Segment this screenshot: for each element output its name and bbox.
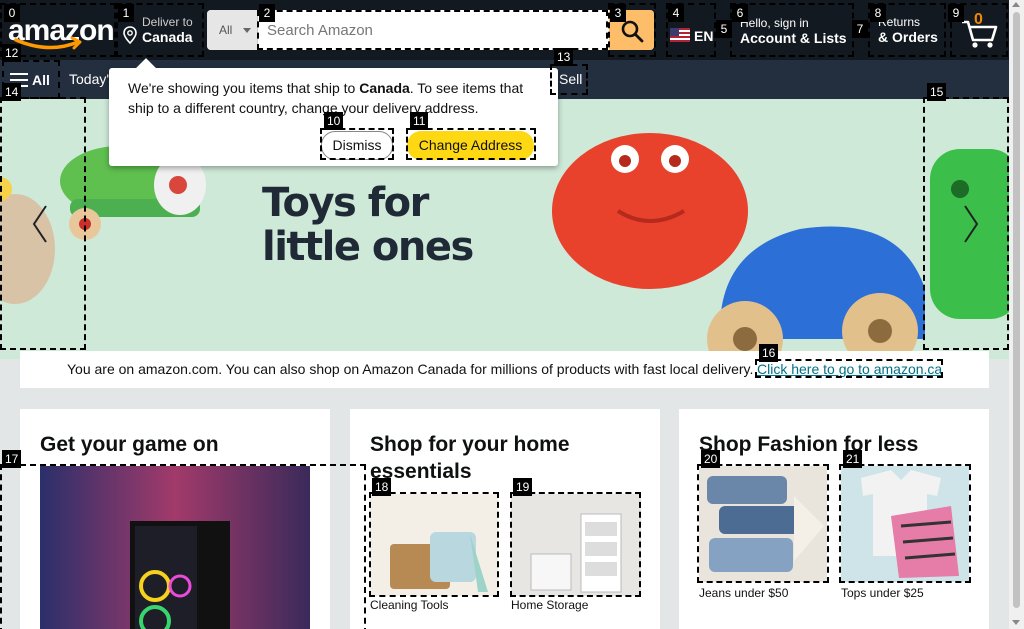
annotation-tag: 3 [610, 4, 626, 22]
hero-title-line-1: Toys for [262, 180, 429, 226]
fashion-card-title: Shop Fashion for less [699, 433, 919, 456]
hero-title: Toys for little ones [262, 180, 474, 270]
scrollbar-thumb[interactable] [1013, 12, 1020, 608]
hero-title-line-2: little ones [262, 224, 474, 270]
annotation-tag: 9 [948, 4, 964, 22]
tops-image [841, 466, 969, 582]
dismiss-button[interactable]: Dismiss [321, 131, 393, 160]
annotation-tag: 6 [732, 4, 748, 22]
amazon-ca-banner-text: You are on amazon.com. You can also shop… [67, 361, 754, 377]
cleaning-tools-tile[interactable]: Cleaning Tools [370, 494, 498, 614]
annotation-tag: 7 [852, 20, 868, 38]
home-storage-tile[interactable]: Home Storage [511, 494, 641, 614]
home-card-title: Shop for your home essentials [370, 433, 570, 483]
annotation-tag: 16 [759, 344, 779, 362]
fashion-card: Shop Fashion for less Jeans under $50 To… [679, 409, 989, 629]
jeans-tile[interactable]: Jeans under $50 [699, 466, 827, 606]
cleaning-tools-label: Cleaning Tools [370, 598, 449, 612]
annotation-tag: 0 [4, 4, 20, 22]
game-card: Get your game on [20, 409, 330, 629]
annotation-tag: 17 [2, 450, 22, 468]
sell-label: Sell [559, 71, 583, 87]
cart-icon [962, 20, 998, 48]
chevron-right-icon [964, 205, 979, 243]
carousel-prev-button[interactable] [0, 99, 86, 350]
annotation-tag: 20 [701, 450, 721, 468]
deliver-to-label: Deliver to [142, 15, 193, 29]
search-input[interactable] [259, 10, 608, 50]
chevron-left-icon [32, 205, 47, 243]
popover-message-pre: We're showing you items that ship to [128, 80, 360, 96]
game-card-title: Get your game on [40, 433, 219, 456]
amazon-ca-banner: You are on amazon.com. You can also shop… [20, 351, 989, 388]
annotation-tag: 5 [716, 20, 732, 38]
annotation-tag: 11 [410, 112, 429, 130]
home-essentials-card: Shop for your home essentials Cleaning T… [350, 409, 660, 629]
home-storage-label: Home Storage [511, 598, 589, 612]
page-scrollbar[interactable] [1009, 0, 1024, 629]
scroll-up-arrow-icon[interactable] [1012, 2, 1020, 7]
tops-tile[interactable]: Tops under $25 [841, 466, 969, 606]
home-storage-image [511, 494, 641, 596]
all-menu-label: All [32, 72, 50, 88]
annotation-tag: 4 [668, 4, 684, 22]
jeans-image [699, 466, 827, 582]
search-category-value: All [219, 23, 233, 37]
annotation-tag: 21 [843, 450, 863, 468]
annotation-tag: 18 [372, 478, 392, 496]
search-category-select[interactable]: All [207, 10, 258, 50]
orders-label: & Orders [878, 29, 938, 45]
tops-label: Tops under $25 [841, 586, 924, 600]
gaming-pc-tile[interactable] [40, 466, 310, 629]
location-pin-icon [123, 26, 137, 44]
deliver-to-country: Canada [142, 29, 193, 45]
annotation-tag: 10 [324, 112, 344, 130]
account-lists-button[interactable]: Hello, sign in Account & Lists [730, 4, 854, 56]
annotation-tag: 2 [259, 4, 275, 22]
annotation-tag: 1 [118, 4, 134, 22]
annotation-tag: 13 [554, 48, 574, 66]
gaming-pc-image [40, 466, 310, 629]
annotation-tag: 8 [870, 4, 886, 22]
popover-message-country: Canada [359, 80, 410, 96]
go-to-amazon-ca-link[interactable]: Click here to go to amazon.ca [757, 361, 942, 377]
search-icon [621, 20, 644, 43]
annotation-tag: 15 [927, 83, 947, 101]
caret-down-icon [243, 28, 251, 33]
change-address-button[interactable]: Change Address [407, 131, 534, 160]
logo-smile-icon [14, 36, 82, 50]
carousel-next-button[interactable] [924, 99, 1009, 350]
account-lists-label: Account & Lists [740, 30, 847, 46]
cleaning-tools-image [370, 494, 498, 596]
scroll-down-arrow-icon[interactable] [1012, 620, 1020, 625]
annotation-tag: 19 [513, 478, 533, 496]
annotation-tag: 14 [2, 83, 22, 101]
jeans-label: Jeans under $50 [699, 586, 789, 600]
language-code: EN [694, 28, 714, 44]
account-greeting: Hello, sign in [740, 16, 809, 30]
annotation-tag: 12 [2, 44, 22, 62]
us-flag-icon [670, 28, 690, 42]
